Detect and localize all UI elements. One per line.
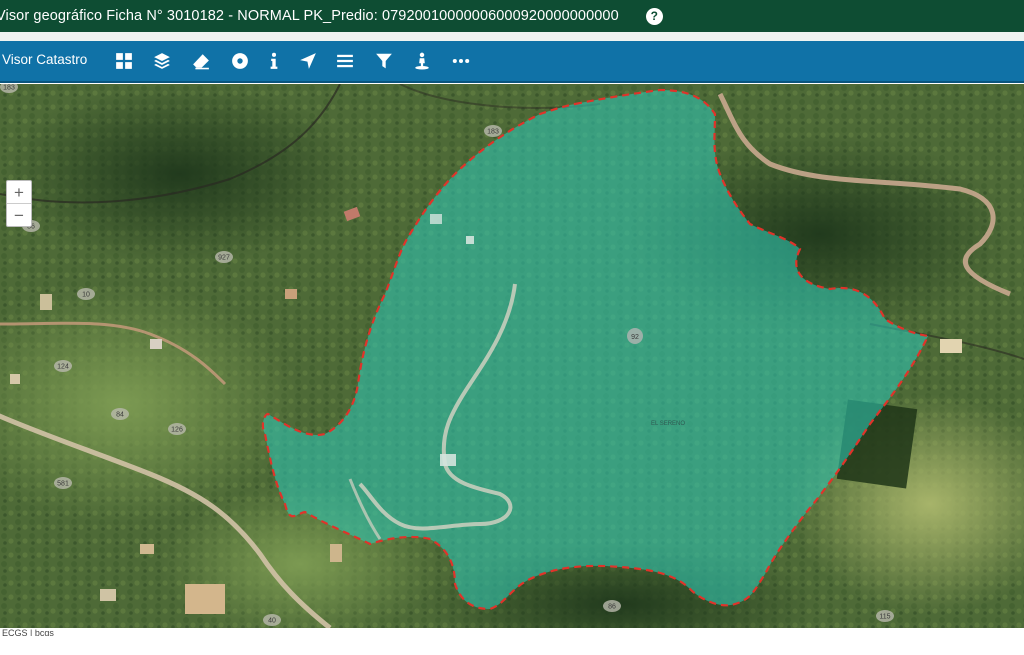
place-label: EL SERENO [651,421,685,427]
header-spacer [0,32,1024,41]
street-view-icon[interactable] [411,50,433,72]
parcel-number-text: 86 [608,604,616,611]
target-icon[interactable] [229,50,251,72]
toolbar: Visor Catastro [0,41,1024,83]
layers-icon[interactable] [151,50,173,72]
info-icon[interactable] [263,50,285,72]
bottom-bar [0,636,1024,655]
title-bar: Visor geográfico Ficha N° 3010182 - NORM… [0,0,1024,32]
parcel-number-text: 124 [57,364,69,371]
parcel-number-text: 40 [268,618,276,625]
eraser-icon[interactable] [190,50,212,72]
parcel-number-text: 126 [171,427,183,434]
satellite-map[interactable]: 92 EL SERENO 183183927124126581868486401… [0,84,1024,628]
parcel-number-text: 10 [82,292,90,299]
parcel-number-text: 183 [3,85,15,92]
parcel-number-text: 927 [218,255,230,262]
app-name: Visor Catastro [2,52,88,67]
zoom-in-button[interactable]: + [7,181,31,203]
location-arrow-icon[interactable] [297,50,319,72]
more-icon[interactable] [450,50,472,72]
menu-icon[interactable] [334,50,356,72]
parcel-label: 92 [631,334,639,341]
zoom-out-button[interactable]: − [7,203,31,226]
window-title: Visor geográfico Ficha N° 3010182 - NORM… [0,8,619,24]
parcel-number-text: 581 [57,481,69,488]
zoom-control: + − [6,180,32,227]
map-view[interactable]: 92 EL SERENO 183 183 927 124 126 581 86 84 86 40 1… [0,84,1024,628]
filter-icon[interactable] [373,50,395,72]
parcel-number-text: 115 [879,614,890,621]
parcel-number-text: 183 [487,129,499,136]
parcel-number-text: 84 [116,412,124,419]
grid-icon[interactable] [113,50,135,72]
help-icon[interactable]: ? [645,7,663,25]
